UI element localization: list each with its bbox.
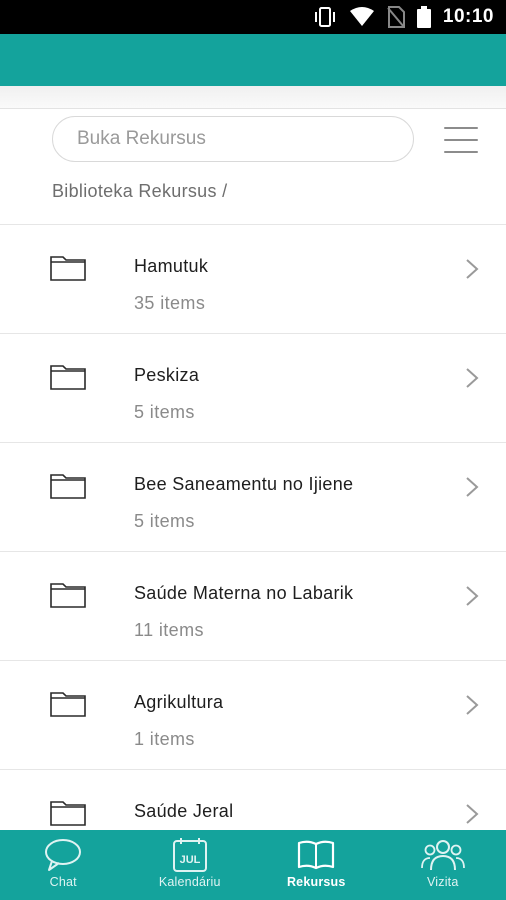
- folder-list: Hamutuk 35 items Peskiza 5 items Bee San…: [0, 224, 506, 879]
- folder-icon: [50, 256, 86, 281]
- chevron-right-icon: [466, 695, 479, 715]
- folder-title: Agrikultura: [134, 692, 224, 712]
- calendar-icon: JUL: [172, 837, 208, 873]
- folder-title: Bee Saneamentu no Ijiene: [134, 474, 354, 494]
- vibrate-icon: [313, 6, 337, 28]
- folder-count: 35 items: [134, 293, 206, 313]
- nav-chat[interactable]: Chat: [0, 830, 127, 900]
- wifi-icon: [349, 7, 375, 27]
- folder-title: Saúde Jeral: [134, 801, 234, 821]
- menu-button[interactable]: [444, 127, 478, 153]
- chevron-right-icon: [466, 368, 479, 388]
- menu-icon-line: [444, 127, 478, 129]
- menu-icon-line: [444, 151, 478, 153]
- nav-resources-label: Rekursus: [286, 875, 346, 889]
- folder-title: Saúde Materna no Labarik: [134, 583, 354, 603]
- list-item[interactable]: Agrikultura 1 items: [0, 661, 506, 770]
- header-divider: [0, 86, 506, 109]
- menu-icon-line: [444, 139, 478, 141]
- nav-calendar[interactable]: JUL Kalendáriu: [127, 830, 254, 900]
- status-bar: 10:10: [0, 0, 506, 34]
- app-bar: [0, 34, 506, 86]
- bottom-nav: Chat JUL Kalendáriu Rekursus Vizita: [0, 830, 506, 900]
- folder-title: Hamutuk: [134, 256, 209, 276]
- folder-count: 1 items: [134, 729, 195, 749]
- list-item[interactable]: Hamutuk 35 items: [0, 225, 506, 334]
- breadcrumb[interactable]: Biblioteka Rekursus /: [52, 181, 227, 202]
- book-icon: [296, 837, 336, 873]
- chevron-right-icon: [466, 586, 479, 606]
- folder-count: 5 items: [134, 511, 195, 531]
- nav-calendar-label: Kalendáriu: [158, 875, 221, 889]
- nav-visits[interactable]: Vizita: [380, 830, 506, 900]
- chevron-right-icon: [466, 804, 479, 824]
- folder-icon: [50, 365, 86, 390]
- folder-icon: [50, 474, 86, 499]
- search-input[interactable]: [75, 127, 413, 151]
- people-icon: [420, 837, 465, 873]
- folder-icon: [50, 801, 86, 826]
- nav-resources[interactable]: Rekursus: [253, 830, 380, 900]
- folder-title: Peskiza: [134, 365, 200, 385]
- list-item[interactable]: Bee Saneamentu no Ijiene 5 items: [0, 443, 506, 552]
- nav-visits-label: Vizita: [426, 875, 459, 889]
- folder-count: 11 items: [134, 620, 204, 640]
- search-box[interactable]: [52, 116, 414, 162]
- nav-chat-label: Chat: [49, 875, 77, 889]
- calendar-icon-month: JUL: [179, 854, 200, 866]
- list-item[interactable]: Peskiza 5 items: [0, 334, 506, 443]
- chevron-right-icon: [466, 259, 479, 279]
- folder-icon: [50, 583, 86, 608]
- list-item[interactable]: Saúde Materna no Labarik 11 items: [0, 552, 506, 661]
- folder-count: 5 items: [134, 402, 195, 422]
- folder-icon: [50, 692, 86, 717]
- battery-icon: [416, 6, 431, 28]
- chat-bubble-icon: [43, 837, 83, 873]
- clock: 10:10: [442, 6, 494, 27]
- no-sim-icon: [387, 6, 405, 28]
- chevron-right-icon: [466, 477, 479, 497]
